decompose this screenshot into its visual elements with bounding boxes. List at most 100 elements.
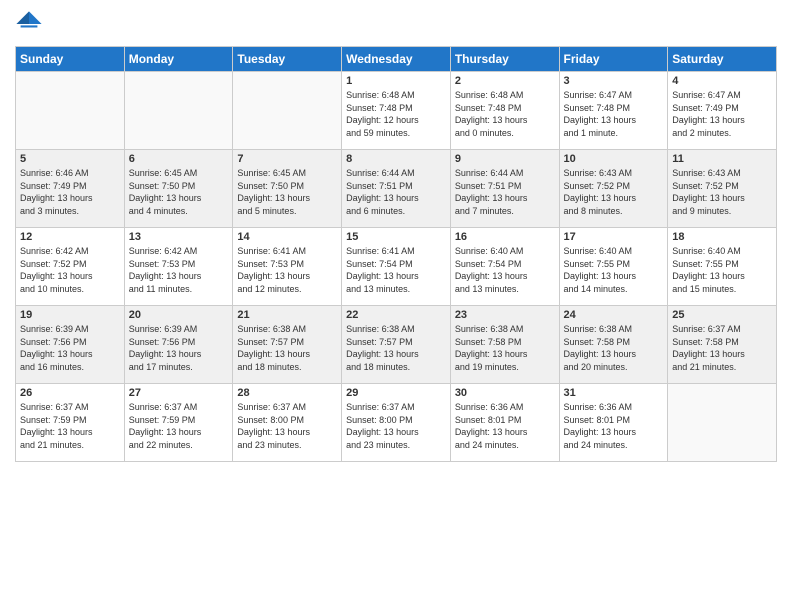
day-number: 24 [564, 309, 664, 321]
day-info: Sunrise: 6:37 AM Sunset: 8:00 PM Dayligh… [346, 401, 446, 451]
calendar-header: SundayMondayTuesdayWednesdayThursdayFrid… [16, 47, 777, 72]
day-info: Sunrise: 6:39 AM Sunset: 7:56 PM Dayligh… [20, 323, 120, 373]
day-info: Sunrise: 6:41 AM Sunset: 7:53 PM Dayligh… [237, 245, 337, 295]
page: SundayMondayTuesdayWednesdayThursdayFrid… [0, 0, 792, 612]
calendar-cell: 8Sunrise: 6:44 AM Sunset: 7:51 PM Daylig… [342, 150, 451, 228]
calendar-cell: 27Sunrise: 6:37 AM Sunset: 7:59 PM Dayli… [124, 384, 233, 462]
calendar-cell: 4 Sunrise: 6:47 AM Sunset: 7:49 PM Daylig… [668, 72, 777, 150]
calendar-cell: 29 Sunrise: 6:37 AM Sunset: 8:00 PM Dayli… [342, 384, 451, 462]
calendar-cell: 14 Sunrise: 6:41 AM Sunset: 7:53 PM Dayli… [233, 228, 342, 306]
calendar-cell: 1 Sunrise: 6:48 AM Sunset: 7:48 PM Daylig… [342, 72, 451, 150]
day-number: 7 [237, 153, 337, 165]
day-number: 19 [20, 309, 120, 321]
day-number: 30 [455, 387, 555, 399]
day-number: 18 [672, 231, 772, 243]
calendar-cell [124, 72, 233, 150]
day-info: Sunrise: 6:46 AM Sunset: 7:49 PM Dayligh… [20, 167, 120, 217]
day-info: Sunrise: 6:38 AM Sunset: 7:57 PM Dayligh… [237, 323, 337, 373]
day-number: 2 [455, 75, 555, 87]
calendar-cell: 26 Sunrise: 6:37 AM Sunset: 7:59 PM Dayli… [16, 384, 125, 462]
day-number: 20 [129, 309, 229, 321]
calendar-cell: 9 Sunrise: 6:44 AM Sunset: 7:51 PM Daylig… [450, 150, 559, 228]
calendar-week-row: 19 Sunrise: 6:39 AM Sunset: 7:56 PM Dayli… [16, 306, 777, 384]
day-number: 15 [346, 231, 446, 243]
day-info: Sunrise: 6:37 AM Sunset: 7:59 PM Dayligh… [20, 401, 120, 451]
day-info: Sunrise: 6:37 AM Sunset: 8:00 PM Dayligh… [237, 401, 337, 451]
calendar-cell: 5 Sunrise: 6:46 AM Sunset: 7:49 PM Daylig… [16, 150, 125, 228]
calendar-cell: 3Sunrise: 6:47 AM Sunset: 7:48 PM Daylig… [559, 72, 668, 150]
day-number: 3 [564, 75, 664, 87]
day-info: Sunrise: 6:40 AM Sunset: 7:55 PM Dayligh… [672, 245, 772, 295]
logo [15, 10, 47, 38]
day-number: 14 [237, 231, 337, 243]
day-info: Sunrise: 6:40 AM Sunset: 7:55 PM Dayligh… [564, 245, 664, 295]
calendar-cell: 25Sunrise: 6:37 AM Sunset: 7:58 PM Dayli… [668, 306, 777, 384]
day-info: Sunrise: 6:47 AM Sunset: 7:49 PM Dayligh… [672, 89, 772, 139]
day-number: 28 [237, 387, 337, 399]
day-number: 4 [672, 75, 772, 87]
day-info: Sunrise: 6:38 AM Sunset: 7:57 PM Dayligh… [346, 323, 446, 373]
day-of-week-header: Sunday [16, 47, 125, 72]
day-info: Sunrise: 6:48 AM Sunset: 7:48 PM Dayligh… [346, 89, 446, 139]
day-number: 10 [564, 153, 664, 165]
calendar-cell: 28 Sunrise: 6:37 AM Sunset: 8:00 PM Dayli… [233, 384, 342, 462]
calendar-cell: 18 Sunrise: 6:40 AM Sunset: 7:55 PM Dayli… [668, 228, 777, 306]
calendar-cell: 31 Sunrise: 6:36 AM Sunset: 8:01 PM Dayli… [559, 384, 668, 462]
day-info: Sunrise: 6:39 AM Sunset: 7:56 PM Dayligh… [129, 323, 229, 373]
day-number: 6 [129, 153, 229, 165]
calendar-body: 1 Sunrise: 6:48 AM Sunset: 7:48 PM Daylig… [16, 72, 777, 462]
day-number: 11 [672, 153, 772, 165]
day-number: 13 [129, 231, 229, 243]
day-info: Sunrise: 6:45 AM Sunset: 7:50 PM Dayligh… [237, 167, 337, 217]
calendar-cell: 7 Sunrise: 6:45 AM Sunset: 7:50 PM Daylig… [233, 150, 342, 228]
calendar-cell: 11 Sunrise: 6:43 AM Sunset: 7:52 PM Dayli… [668, 150, 777, 228]
calendar-cell [16, 72, 125, 150]
calendar-cell: 13 Sunrise: 6:42 AM Sunset: 7:53 PM Dayli… [124, 228, 233, 306]
calendar-cell: 15 Sunrise: 6:41 AM Sunset: 7:54 PM Dayli… [342, 228, 451, 306]
day-of-week-header: Wednesday [342, 47, 451, 72]
day-number: 1 [346, 75, 446, 87]
day-info: Sunrise: 6:42 AM Sunset: 7:53 PM Dayligh… [129, 245, 229, 295]
day-number: 25 [672, 309, 772, 321]
day-info: Sunrise: 6:38 AM Sunset: 7:58 PM Dayligh… [455, 323, 555, 373]
day-of-week-header: Tuesday [233, 47, 342, 72]
day-info: Sunrise: 6:36 AM Sunset: 8:01 PM Dayligh… [564, 401, 664, 451]
calendar-week-row: 1 Sunrise: 6:48 AM Sunset: 7:48 PM Daylig… [16, 72, 777, 150]
day-number: 29 [346, 387, 446, 399]
day-number: 21 [237, 309, 337, 321]
day-number: 23 [455, 309, 555, 321]
day-info: Sunrise: 6:41 AM Sunset: 7:54 PM Dayligh… [346, 245, 446, 295]
day-number: 12 [20, 231, 120, 243]
calendar-cell: 22 Sunrise: 6:38 AM Sunset: 7:57 PM Dayli… [342, 306, 451, 384]
day-number: 9 [455, 153, 555, 165]
day-number: 8 [346, 153, 446, 165]
day-info: Sunrise: 6:43 AM Sunset: 7:52 PM Dayligh… [672, 167, 772, 217]
day-number: 31 [564, 387, 664, 399]
day-of-week-header: Thursday [450, 47, 559, 72]
calendar-cell: 16 Sunrise: 6:40 AM Sunset: 7:54 PM Dayli… [450, 228, 559, 306]
day-number: 22 [346, 309, 446, 321]
day-info: Sunrise: 6:45 AM Sunset: 7:50 PM Dayligh… [129, 167, 229, 217]
day-of-week-header: Friday [559, 47, 668, 72]
calendar-week-row: 5 Sunrise: 6:46 AM Sunset: 7:49 PM Daylig… [16, 150, 777, 228]
day-of-week-header: Saturday [668, 47, 777, 72]
calendar-cell: 19 Sunrise: 6:39 AM Sunset: 7:56 PM Dayli… [16, 306, 125, 384]
day-number: 17 [564, 231, 664, 243]
calendar-cell: 20 Sunrise: 6:39 AM Sunset: 7:56 PM Dayli… [124, 306, 233, 384]
day-header-row: SundayMondayTuesdayWednesdayThursdayFrid… [16, 47, 777, 72]
calendar-cell: 10 Sunrise: 6:43 AM Sunset: 7:52 PM Dayli… [559, 150, 668, 228]
day-info: Sunrise: 6:40 AM Sunset: 7:54 PM Dayligh… [455, 245, 555, 295]
day-of-week-header: Monday [124, 47, 233, 72]
calendar-cell: 23 Sunrise: 6:38 AM Sunset: 7:58 PM Dayli… [450, 306, 559, 384]
day-number: 26 [20, 387, 120, 399]
day-info: Sunrise: 6:37 AM Sunset: 7:59 PM Dayligh… [129, 401, 229, 451]
calendar-week-row: 12Sunrise: 6:42 AM Sunset: 7:52 PM Dayli… [16, 228, 777, 306]
day-number: 5 [20, 153, 120, 165]
day-number: 16 [455, 231, 555, 243]
day-info: Sunrise: 6:44 AM Sunset: 7:51 PM Dayligh… [455, 167, 555, 217]
calendar-cell: 2Sunrise: 6:48 AM Sunset: 7:48 PM Daylig… [450, 72, 559, 150]
logo-icon [15, 10, 43, 38]
header [15, 10, 777, 38]
day-info: Sunrise: 6:38 AM Sunset: 7:58 PM Dayligh… [564, 323, 664, 373]
day-info: Sunrise: 6:43 AM Sunset: 7:52 PM Dayligh… [564, 167, 664, 217]
